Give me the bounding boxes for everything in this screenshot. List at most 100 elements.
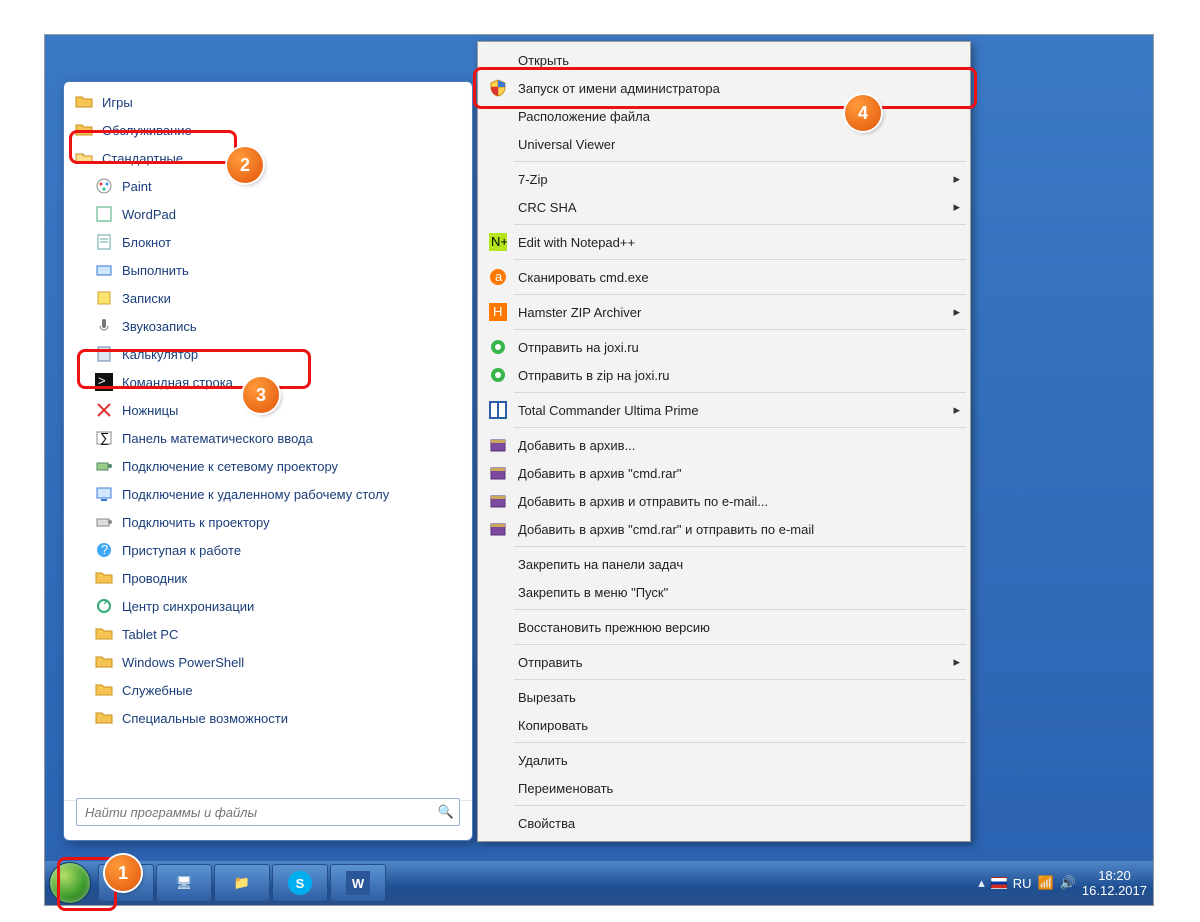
volume-icon[interactable]: 🔊 xyxy=(1060,875,1076,891)
blank-icon xyxy=(486,652,510,672)
start-menu-item[interactable]: ?Приступая к работе xyxy=(68,536,468,564)
context-menu-item[interactable]: Отправить на joxi.ru xyxy=(480,333,968,361)
start-menu-item[interactable]: Выполнить xyxy=(68,256,468,284)
start-menu-item-label: Стандартные xyxy=(102,151,183,166)
context-menu-item-label: Добавить в архив и отправить по e-mail..… xyxy=(518,494,768,509)
tc-icon xyxy=(486,400,510,420)
tray-lang[interactable]: RU xyxy=(1013,876,1032,891)
context-menu-separator xyxy=(514,427,966,428)
context-menu-item[interactable]: Закрепить в меню "Пуск" xyxy=(480,578,968,606)
context-menu-separator xyxy=(514,679,966,680)
taskbar-btn-skype[interactable]: S xyxy=(272,864,328,902)
start-menu-item[interactable]: Windows PowerShell xyxy=(68,648,468,676)
context-menu-separator xyxy=(514,805,966,806)
start-menu-item[interactable]: Центр синхронизации xyxy=(68,592,468,620)
folder-icon xyxy=(94,624,114,644)
context-menu-item[interactable]: CRC SHA▸ xyxy=(480,193,968,221)
start-menu-item[interactable]: Блокнот xyxy=(68,228,468,256)
start-menu-item-label: Подключение к удаленному рабочему столу xyxy=(122,487,389,502)
wordpad-icon xyxy=(94,204,114,224)
context-menu-item-label: Добавить в архив "cmd.rar" и отправить п… xyxy=(518,522,814,537)
start-menu-item-label: Paint xyxy=(122,179,152,194)
snip-icon xyxy=(94,400,114,420)
context-menu-item[interactable]: Расположение файла xyxy=(480,102,968,130)
taskbar-clock[interactable]: 18:20 16.12.2017 xyxy=(1082,868,1147,898)
context-menu-item-label: 7-Zip xyxy=(518,172,548,187)
context-menu-item-label: Сканировать cmd.exe xyxy=(518,270,649,285)
tray-flag-icon[interactable] xyxy=(991,877,1007,889)
start-search-input[interactable] xyxy=(77,805,433,820)
context-menu-item[interactable]: Вырезать xyxy=(480,683,968,711)
context-menu-item[interactable]: Свойства xyxy=(480,809,968,837)
start-menu-item[interactable]: Tablet PC xyxy=(68,620,468,648)
start-menu-item[interactable]: Paint xyxy=(68,172,468,200)
start-search-box[interactable]: 🔍 xyxy=(76,798,460,826)
submenu-arrow-icon: ▸ xyxy=(953,304,960,320)
clock-date: 16.12.2017 xyxy=(1082,883,1147,898)
start-orb[interactable] xyxy=(49,862,91,904)
cmd-icon: >_ xyxy=(94,372,114,392)
context-menu-item[interactable]: Запуск от имени администратора xyxy=(480,74,968,102)
taskbar-btn-word[interactable]: W xyxy=(330,864,386,902)
blank-icon xyxy=(486,554,510,574)
context-menu-item[interactable]: Закрепить на панели задач xyxy=(480,550,968,578)
start-menu-item-label: Центр синхронизации xyxy=(122,599,254,614)
start-menu-item[interactable]: Стандартные xyxy=(68,144,468,172)
start-menu-item-label: Tablet PC xyxy=(122,627,178,642)
start-menu-item[interactable]: WordPad xyxy=(68,200,468,228)
blank-icon xyxy=(486,582,510,602)
context-menu-item[interactable]: Добавить в архив "cmd.rar" xyxy=(480,459,968,487)
taskbar-btn-explorer[interactable]: 📁 xyxy=(214,864,270,902)
start-menu-item[interactable]: Игры xyxy=(68,88,468,116)
context-menu: Открыть Запуск от имени администратора Рас… xyxy=(477,41,971,842)
folder-icon xyxy=(94,680,114,700)
context-menu-item[interactable]: Копировать xyxy=(480,711,968,739)
start-menu-item-label: Подключение к сетевому проектору xyxy=(122,459,338,474)
context-menu-item[interactable]: Universal Viewer xyxy=(480,130,968,158)
taskbar-btn-monitor[interactable]: 🖥 xyxy=(156,864,212,902)
context-menu-item[interactable]: Переименовать xyxy=(480,774,968,802)
folder-open-icon xyxy=(74,148,94,168)
context-menu-item[interactable]: HHamster ZIP Archiver▸ xyxy=(480,298,968,326)
context-menu-item[interactable]: Добавить в архив... xyxy=(480,431,968,459)
start-menu-item[interactable]: Подключение к сетевому проектору xyxy=(68,452,468,480)
context-menu-item[interactable]: Отправить▸ xyxy=(480,648,968,676)
start-menu-item[interactable]: Обслуживание xyxy=(68,116,468,144)
start-menu-item[interactable]: Подключение к удаленному рабочему столу xyxy=(68,480,468,508)
context-menu-item[interactable]: aСканировать cmd.exe xyxy=(480,263,968,291)
context-menu-separator xyxy=(514,329,966,330)
context-menu-item-label: Запуск от имени администратора xyxy=(518,81,720,96)
context-menu-item[interactable]: 7-Zip▸ xyxy=(480,165,968,193)
context-menu-item[interactable]: Открыть xyxy=(480,46,968,74)
proj-icon xyxy=(94,512,114,532)
run-icon xyxy=(94,260,114,280)
context-menu-item[interactable]: Восстановить прежнюю версию xyxy=(480,613,968,641)
start-menu-item[interactable]: Специальные возможности xyxy=(68,704,468,732)
start-menu-item-label: Windows PowerShell xyxy=(122,655,244,670)
clock-time: 18:20 xyxy=(1082,868,1147,883)
context-menu-item[interactable]: Добавить в архив "cmd.rar" и отправить п… xyxy=(480,515,968,543)
start-menu-item[interactable]: ∑Панель математического ввода xyxy=(68,424,468,452)
context-menu-separator xyxy=(514,742,966,743)
context-menu-item[interactable]: Добавить в архив и отправить по e-mail..… xyxy=(480,487,968,515)
tray-chevron-up-icon[interactable]: ▴ xyxy=(978,875,985,891)
getstarted-icon: ? xyxy=(94,540,114,560)
start-menu-item[interactable]: Записки xyxy=(68,284,468,312)
network-icon[interactable]: 📶 xyxy=(1038,875,1054,891)
context-menu-item[interactable]: Удалить xyxy=(480,746,968,774)
start-menu-item[interactable]: Звукозапись xyxy=(68,312,468,340)
start-menu-item[interactable]: Калькулятор xyxy=(68,340,468,368)
monitor-icon: 🖥 xyxy=(176,875,193,891)
system-tray: ▴ RU 📶 🔊 18:20 16.12.2017 xyxy=(978,868,1153,898)
start-menu-item[interactable]: Проводник xyxy=(68,564,468,592)
winrar-icon xyxy=(486,435,510,455)
context-menu-item[interactable]: N+Edit with Notepad++ xyxy=(480,228,968,256)
context-menu-item[interactable]: Отправить в zip на joxi.ru xyxy=(480,361,968,389)
start-menu-item[interactable]: Подключить к проектору xyxy=(68,508,468,536)
rdp-icon xyxy=(94,484,114,504)
start-menu-item[interactable]: Служебные xyxy=(68,676,468,704)
svg-text:N+: N+ xyxy=(491,234,507,249)
context-menu-item-label: Добавить в архив... xyxy=(518,438,635,453)
context-menu-item[interactable]: Total Commander Ultima Prime▸ xyxy=(480,396,968,424)
context-menu-item-label: Отправить xyxy=(518,655,582,670)
